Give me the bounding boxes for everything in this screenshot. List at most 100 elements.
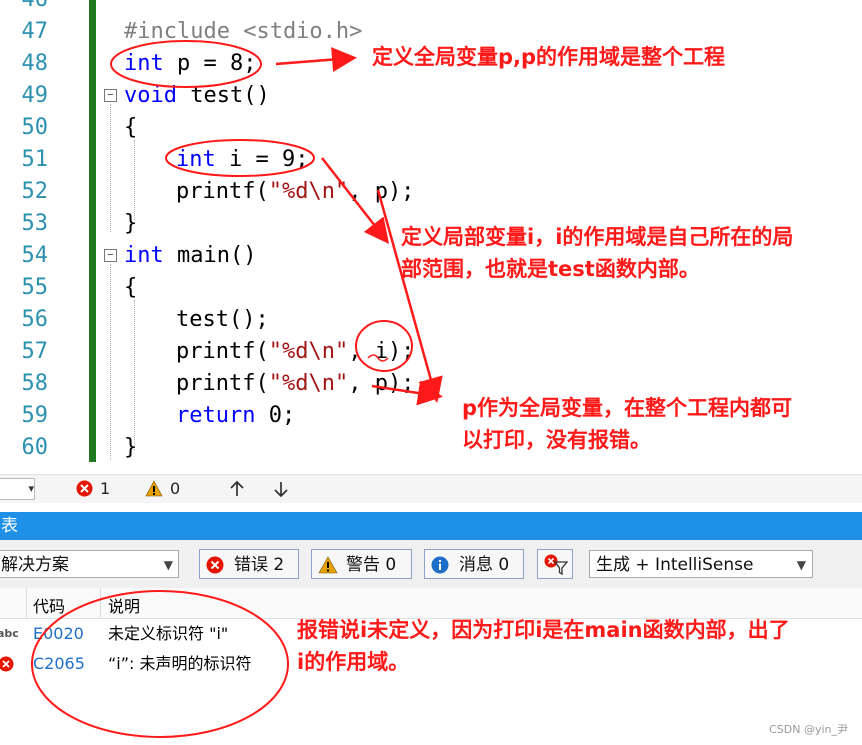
filter-toggle-button[interactable]	[537, 549, 573, 579]
code-text: , p);	[348, 179, 415, 204]
annotation-p-line2: 以打印，没有报错。	[462, 428, 651, 452]
line-number: 49	[21, 83, 49, 108]
column-divider	[26, 588, 27, 618]
table-row[interactable]: C2065 “i”: 未声明的标识符	[0, 649, 290, 679]
code-line: int main()	[124, 240, 256, 272]
error-list-title-bar: 列表	[0, 512, 862, 540]
annotation-local-line2: 部范围，也就是test函数内部。	[401, 257, 700, 281]
error-list-toolbar: 解决方案 ▼ 错误 2 警告 0 消息 0 生成 + IntelliSense …	[0, 540, 862, 589]
line-number: 52	[21, 179, 49, 204]
code-line: #include <stdio.h>	[124, 19, 363, 44]
line-number: 47	[21, 19, 49, 44]
warnings-filter-label: 警告 0	[346, 555, 397, 575]
column-header-description[interactable]: 说明	[108, 593, 140, 617]
error-description: “i”: 未声明的标识符	[108, 654, 252, 673]
code-text: test()	[176, 83, 270, 108]
arrow-up-icon[interactable]	[228, 480, 246, 498]
fold-guide	[110, 104, 111, 232]
error-description: 未定义标识符 "i"	[108, 624, 229, 643]
line-number: 48	[21, 51, 49, 76]
annotation-global: 定义全局变量p,p的作用域是整个工程	[372, 45, 726, 69]
warnings-filter-button[interactable]: 警告 0	[311, 549, 412, 579]
code-text: printf(	[176, 179, 269, 204]
scope-label: 解决方案	[1, 555, 69, 575]
build-source-dropdown[interactable]: 生成 + IntelliSense ▼	[589, 550, 813, 578]
code-line: }	[124, 211, 138, 236]
error-icon	[206, 556, 224, 574]
warning-count-icon	[145, 480, 163, 497]
code-text: , p);	[348, 371, 415, 396]
info-icon	[431, 556, 449, 574]
code-line: test();	[176, 307, 269, 332]
code-line: return 0;	[176, 400, 295, 432]
build-source-label: 生成 + IntelliSense	[596, 555, 754, 575]
annotation-error-line2: i的作用域。	[297, 650, 410, 674]
code-line: printf("%d\n", p);	[176, 368, 414, 400]
line-number: 54	[21, 243, 49, 268]
code-text: printf(	[176, 339, 269, 364]
code-text: main()	[163, 243, 257, 268]
error-count[interactable]: 1	[100, 479, 110, 498]
messages-filter-button[interactable]: 消息 0	[424, 549, 524, 579]
string-literal: "%d\n"	[268, 371, 349, 396]
column-header-code[interactable]: 代码	[33, 593, 65, 617]
code-text: p = 8;	[163, 51, 257, 76]
annotation-p-line1: p作为全局变量，在整个工程内都可	[462, 396, 793, 420]
filter-icon	[544, 554, 568, 575]
fold-guide	[110, 264, 111, 460]
code-text: i = 9;	[215, 147, 309, 172]
fold-toggle-icon[interactable]: −	[104, 89, 117, 102]
code-line: printf("%d\n", p);	[176, 176, 414, 208]
code-line: int p = 8;	[124, 48, 256, 80]
keyword: int	[124, 51, 164, 76]
arrow-down-icon[interactable]	[272, 480, 290, 498]
line-number: 59	[21, 403, 49, 428]
code-line: {	[124, 275, 138, 300]
errors-filter-button[interactable]: 错误 2	[199, 549, 299, 579]
code-line: {	[124, 115, 138, 140]
string-literal: "%d\n"	[268, 179, 349, 204]
messages-filter-label: 消息 0	[459, 555, 510, 575]
keyword: return	[176, 403, 256, 428]
chevron-down-icon: ▼	[796, 558, 806, 572]
error-icon	[0, 656, 14, 672]
code-line: }	[124, 435, 138, 460]
editor-status-bar: ▾ 1 0	[0, 474, 862, 503]
fold-toggle-icon[interactable]: −	[104, 249, 117, 262]
keyword: int	[176, 147, 216, 172]
code-line: void test()	[124, 80, 270, 112]
code-text: printf(	[176, 371, 269, 396]
string-literal: "%d\n"	[268, 339, 349, 364]
line-number: 46	[0, 0, 49, 16]
warning-icon	[318, 556, 338, 574]
line-number: 60	[21, 435, 49, 460]
code-editor[interactable]: 46 47 48 49 50 51 52 53 54 55 56 57 58 5…	[0, 0, 862, 474]
table-row[interactable]: abc E0020 未定义标识符 "i"	[0, 619, 290, 649]
code-text: , i);	[348, 339, 415, 364]
errors-filter-label: 错误 2	[234, 555, 285, 575]
line-number: 53	[21, 211, 49, 236]
line-number: 58	[21, 371, 49, 396]
chevron-down-icon: ▼	[163, 558, 173, 572]
line-number: 55	[21, 275, 49, 300]
indent-guide	[134, 300, 135, 450]
scope-dropdown[interactable]: 解决方案 ▼	[0, 550, 179, 578]
annotation-error-line1: 报错说i未定义，因为打印i是在main函数内部，出了	[297, 618, 790, 642]
change-tracking-bar	[89, 0, 96, 462]
warning-count[interactable]: 0	[170, 479, 180, 498]
keyword: void	[124, 83, 177, 108]
line-number: 56	[21, 307, 49, 332]
annotation-local-line1: 定义局部变量i，i的作用域是自己所在的局	[401, 225, 794, 249]
line-number: 51	[21, 147, 49, 172]
watermark: CSDN @yin_尹	[769, 723, 848, 736]
code-line: printf("%d\n", i);	[176, 336, 414, 368]
error-count-icon	[76, 480, 93, 497]
panel-title: 列表	[0, 516, 18, 536]
keyword: int	[124, 243, 164, 268]
error-code: C2065	[33, 654, 85, 673]
code-line: int i = 9;	[176, 144, 308, 176]
error-code: E0020	[33, 624, 84, 643]
intellisense-abc-icon: abc	[0, 627, 19, 640]
line-number: 57	[21, 339, 49, 364]
zoom-dropdown[interactable]: ▾	[0, 478, 35, 500]
